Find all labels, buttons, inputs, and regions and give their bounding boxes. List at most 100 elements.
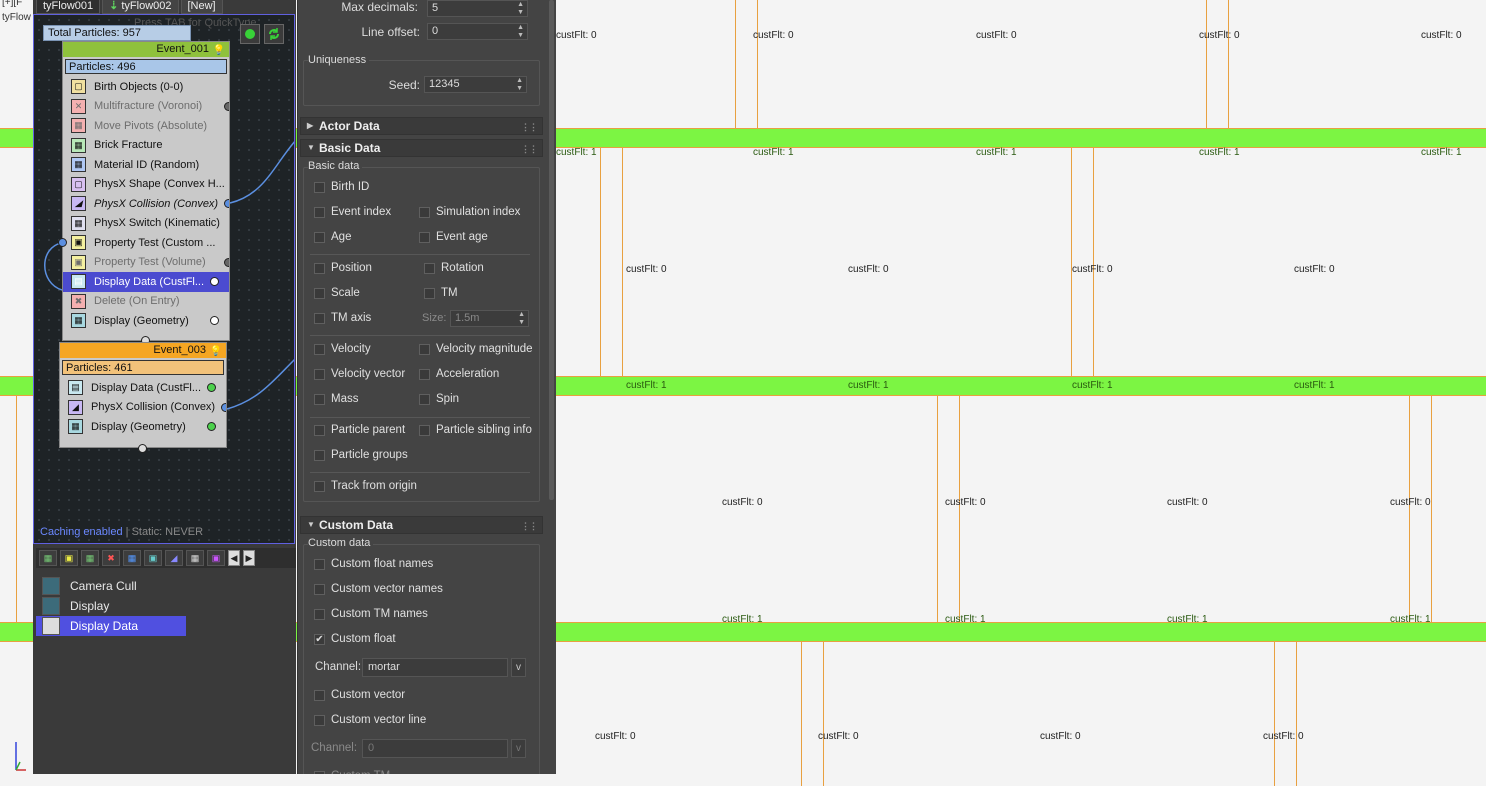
operator-row[interactable]: ▦ Move Pivots (Absolute)	[63, 116, 229, 136]
spinner-arrows-icon[interactable]: ▲ ▼	[516, 77, 523, 93]
checkbox-custom-vector-names[interactable]: Custom vector names	[314, 583, 443, 595]
test-output-port[interactable]	[58, 238, 67, 247]
checkbox-age[interactable]: Age	[314, 231, 351, 243]
checkbox-velocity-vector[interactable]: Velocity vector	[314, 368, 405, 380]
checkbox-custom-tm-names[interactable]: Custom TM names	[314, 608, 428, 620]
size-spinner[interactable]: 1.5m ▲ ▼	[450, 310, 529, 327]
grip-icon[interactable]: ⋮⋮	[521, 119, 538, 135]
checkbox-box[interactable]	[314, 558, 325, 570]
lightbulb-icon[interactable]: 💡	[210, 344, 222, 359]
checkbox-particle-parent[interactable]: Particle parent	[314, 424, 405, 436]
operator-output-port[interactable]	[224, 257, 229, 267]
checkbox-event-age[interactable]: Event age	[419, 231, 488, 243]
list-item-camera-cull[interactable]: Camera Cull	[36, 576, 186, 596]
checkbox-mass[interactable]: Mass	[314, 393, 358, 405]
checkbox-birth-id[interactable]: Birth ID	[314, 181, 369, 193]
checkbox-box[interactable]	[314, 231, 325, 243]
palette-scroll-right[interactable]: ▶	[243, 550, 255, 566]
operator-output-port[interactable]	[210, 316, 219, 325]
operator-row[interactable]: ▦ PhysX Switch (Kinematic)	[63, 214, 229, 234]
checkbox-position[interactable]: Position	[314, 262, 372, 274]
checkbox-box[interactable]	[419, 231, 430, 243]
checkbox-box[interactable]	[424, 287, 435, 299]
tab-tyflow001[interactable]: tyFlow001	[36, 0, 101, 14]
event-header[interactable]: Event_003 💡	[60, 343, 226, 358]
checkbox-box[interactable]	[314, 343, 325, 355]
checkbox-box[interactable]	[314, 312, 325, 324]
checkbox-custom-vector[interactable]: Custom vector	[314, 689, 405, 701]
rollout-basic-data[interactable]: ▼ Basic Data ⋮⋮	[300, 139, 543, 157]
checkbox-box[interactable]	[314, 583, 325, 595]
checkbox-box[interactable]	[419, 206, 430, 218]
brick-fracture-icon[interactable]: ▦	[81, 550, 99, 566]
operator-output-port[interactable]	[221, 402, 226, 412]
line-offset-spinner[interactable]: 0 ▲ ▼	[427, 23, 528, 40]
channel-pick-button-disabled[interactable]: v	[511, 739, 526, 758]
list-item-display[interactable]: Display	[36, 596, 186, 616]
lightbulb-icon[interactable]: 💡	[213, 43, 225, 58]
checkbox-box[interactable]	[314, 449, 325, 461]
checkbox-rotation[interactable]: Rotation	[424, 262, 484, 274]
operator-row[interactable]: ▣ Property Test (Volume)	[63, 253, 229, 273]
spinner-arrows-icon[interactable]: ▲ ▼	[517, 1, 524, 17]
checkbox-box[interactable]: ✔	[314, 633, 325, 645]
operator-row[interactable]: ▦ Display (Geometry)	[60, 417, 226, 437]
event-output-port[interactable]	[138, 444, 147, 453]
operator-row[interactable]: ▦ Material ID (Random)	[63, 155, 229, 175]
operator-row[interactable]: ✕ Multifracture (Voronoi)	[63, 97, 229, 117]
grip-icon[interactable]: ⋮⋮	[521, 518, 538, 534]
viewport-label[interactable]: [+][F	[2, 0, 22, 8]
checkbox-box[interactable]	[314, 689, 325, 701]
checkbox-tm[interactable]: TM	[424, 287, 458, 299]
rollout-custom-data[interactable]: ▼ Custom Data ⋮⋮	[300, 516, 543, 534]
max-decimals-spinner[interactable]: 5 ▲ ▼	[427, 0, 528, 17]
spinner-arrows-icon[interactable]: ▲ ▼	[517, 24, 524, 40]
birth-objects-icon[interactable]: ▦	[39, 550, 57, 566]
checkbox-box[interactable]	[314, 206, 325, 218]
checkbox-box[interactable]	[419, 424, 430, 436]
event-header[interactable]: Event_001 💡	[63, 42, 229, 57]
operator-row[interactable]: ▢ Birth Objects (0-0)	[63, 77, 229, 97]
checkbox-custom-tm-partial[interactable]: Custom TM	[314, 770, 390, 774]
operator-output-port[interactable]	[207, 422, 216, 431]
checkbox-box[interactable]	[314, 480, 325, 492]
material-id-icon[interactable]: ▦	[123, 550, 141, 566]
rollout-actor-data[interactable]: ▶ Actor Data ⋮⋮	[300, 117, 543, 135]
checkbox-box[interactable]	[419, 368, 430, 380]
shape-icon[interactable]: ▣	[207, 550, 225, 566]
checkbox-particle-sibling-info[interactable]: Particle sibling info	[419, 424, 532, 436]
operator-row[interactable]: ▣ Property Test (Custom ...	[63, 233, 229, 253]
operator-output-port[interactable]	[224, 101, 229, 111]
checkbox-acceleration[interactable]: Acceleration	[419, 368, 499, 380]
delete-icon[interactable]: ✖	[102, 550, 120, 566]
operator-row[interactable]: ◢ PhysX Collision (Convex)	[63, 194, 229, 214]
checkbox-box[interactable]	[419, 343, 430, 355]
operator-row[interactable]: ▦ Brick Fracture	[63, 136, 229, 156]
checkbox-simulation-index[interactable]: Simulation index	[419, 206, 520, 218]
list-item-display-data[interactable]: Display Data	[36, 616, 186, 636]
operator-output-port[interactable]	[210, 277, 219, 286]
channel-pick-button[interactable]: v	[511, 658, 526, 677]
panel-scrollbar[interactable]	[549, 0, 554, 500]
switch-icon[interactable]: ▦	[186, 550, 204, 566]
operator-output-port[interactable]	[207, 383, 216, 392]
checkbox-box[interactable]	[314, 770, 325, 774]
operator-row[interactable]: ▤ Display Data (CustFl...	[63, 272, 229, 292]
checkbox-box[interactable]	[314, 287, 325, 299]
tab-tyflow002[interactable]: ⇣ tyFlow002	[102, 0, 179, 14]
event-003[interactable]: Event_003 💡 Particles: 461 ▤ Display Data…	[59, 342, 227, 448]
channel-dropdown-disabled[interactable]: 0	[362, 739, 508, 758]
checkbox-box[interactable]	[314, 368, 325, 380]
checkbox-box[interactable]	[424, 262, 435, 274]
operator-output-port[interactable]	[224, 199, 229, 208]
checkbox-velocity[interactable]: Velocity	[314, 343, 371, 355]
checkbox-velocity-magnitude[interactable]: Velocity magnitude	[419, 343, 533, 355]
property-test-icon[interactable]: ▣	[60, 550, 78, 566]
checkbox-box[interactable]	[314, 393, 325, 405]
checkbox-box[interactable]	[419, 393, 430, 405]
display-data-icon[interactable]: ▣	[144, 550, 162, 566]
operator-row[interactable]: ▤ Display Data (CustFl...	[60, 378, 226, 398]
checkbox-box[interactable]	[314, 714, 325, 726]
checkbox-box[interactable]	[314, 181, 325, 193]
checkbox-scale[interactable]: Scale	[314, 287, 360, 299]
